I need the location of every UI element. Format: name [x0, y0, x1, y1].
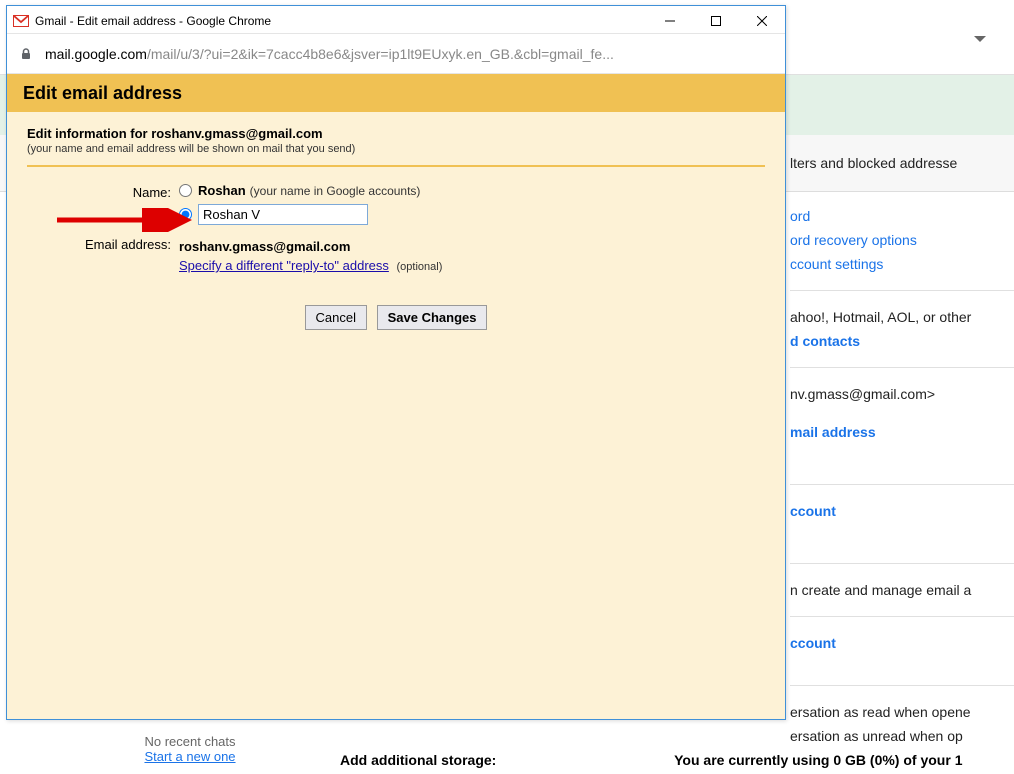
- email-row: Email address: roshanv.gmass@gmail.com S…: [27, 233, 765, 273]
- email-label: Email address:: [27, 233, 179, 252]
- password-recovery-link[interactable]: ord recovery options: [790, 232, 917, 248]
- url-host: mail.google.com: [45, 46, 147, 62]
- save-changes-button[interactable]: Save Changes: [377, 305, 488, 330]
- chats-panel: No recent chats Start a new one: [70, 734, 310, 774]
- no-recent-chats-text: No recent chats: [70, 734, 310, 749]
- account-settings-link[interactable]: ccount settings: [790, 256, 883, 272]
- conversation-read-text: ersation as read when opene: [790, 704, 971, 720]
- specify-reply-to-link[interactable]: Specify a different "reply-to" address: [179, 258, 389, 273]
- name-radio-default-sub: (your name in Google accounts): [250, 184, 421, 198]
- name-radio-default-input[interactable]: [179, 184, 192, 197]
- name-row: Name: Roshan (your name in Google accoun…: [27, 181, 765, 231]
- storage-section: Add additional storage: You are currentl…: [340, 752, 962, 774]
- name-input[interactable]: [198, 204, 368, 225]
- add-email-address-link[interactable]: mail address: [790, 424, 876, 440]
- gmail-icon: [13, 13, 29, 29]
- email-value: roshanv.gmass@gmail.com: [179, 235, 765, 254]
- add-account-link-2[interactable]: ccount: [790, 635, 836, 651]
- cancel-button[interactable]: Cancel: [305, 305, 367, 330]
- name-radio-default-label: Roshan: [198, 183, 246, 198]
- start-new-chat-link[interactable]: Start a new one: [144, 749, 235, 764]
- window-titlebar[interactable]: Gmail - Edit email address - Google Chro…: [7, 6, 785, 34]
- dialog-title: Edit email address: [7, 74, 785, 112]
- divider: [27, 165, 765, 167]
- popup-window: Gmail - Edit email address - Google Chro…: [6, 5, 786, 720]
- name-radio-custom-input[interactable]: [179, 208, 192, 221]
- optional-label: (optional): [397, 261, 443, 273]
- close-button[interactable]: [739, 7, 785, 35]
- window-controls: [647, 7, 785, 35]
- other-providers-text: ahoo!, Hotmail, AOL, or other: [790, 309, 971, 325]
- name-label: Name:: [27, 181, 179, 200]
- name-radio-default[interactable]: Roshan (your name in Google accounts): [179, 183, 765, 198]
- add-account-link-1[interactable]: ccount: [790, 503, 836, 519]
- maximize-button[interactable]: [693, 7, 739, 35]
- address-bar[interactable]: mail.google.com/mail/u/3/?ui=2&ik=7cacc4…: [7, 34, 785, 74]
- url-text: mail.google.com/mail/u/3/?ui=2&ik=7cacc4…: [45, 46, 614, 62]
- url-path: /mail/u/3/?ui=2&ik=7cacc4b8e6&jsver=ip1l…: [147, 46, 614, 62]
- tab-filters-blocked[interactable]: lters and blocked addresse: [790, 155, 957, 171]
- name-radio-custom[interactable]: [179, 204, 765, 225]
- window-title: Gmail - Edit email address - Google Chro…: [35, 14, 271, 28]
- edit-info-subtext: (your name and email address will be sho…: [27, 143, 765, 155]
- minimize-button[interactable]: [647, 7, 693, 35]
- create-manage-text: n create and manage email a: [790, 582, 971, 598]
- add-storage-label: Add additional storage:: [340, 752, 496, 768]
- edit-email-dialog: Edit email address Edit information for …: [7, 74, 785, 719]
- chevron-down-icon[interactable]: [974, 36, 986, 42]
- import-mail-contacts-link[interactable]: d contacts: [790, 333, 860, 349]
- send-as-email-text: nv.gmass@gmail.com>: [790, 386, 935, 402]
- change-password-link[interactable]: ord: [790, 208, 810, 224]
- dialog-buttons: Cancel Save Changes: [27, 305, 765, 330]
- conversation-unread-text: ersation as unread when op: [790, 728, 963, 744]
- lock-icon: [19, 47, 33, 61]
- edit-info-heading: Edit information for roshanv.gmass@gmail…: [27, 126, 765, 141]
- storage-usage-text: You are currently using 0 GB (0%) of you…: [674, 752, 962, 768]
